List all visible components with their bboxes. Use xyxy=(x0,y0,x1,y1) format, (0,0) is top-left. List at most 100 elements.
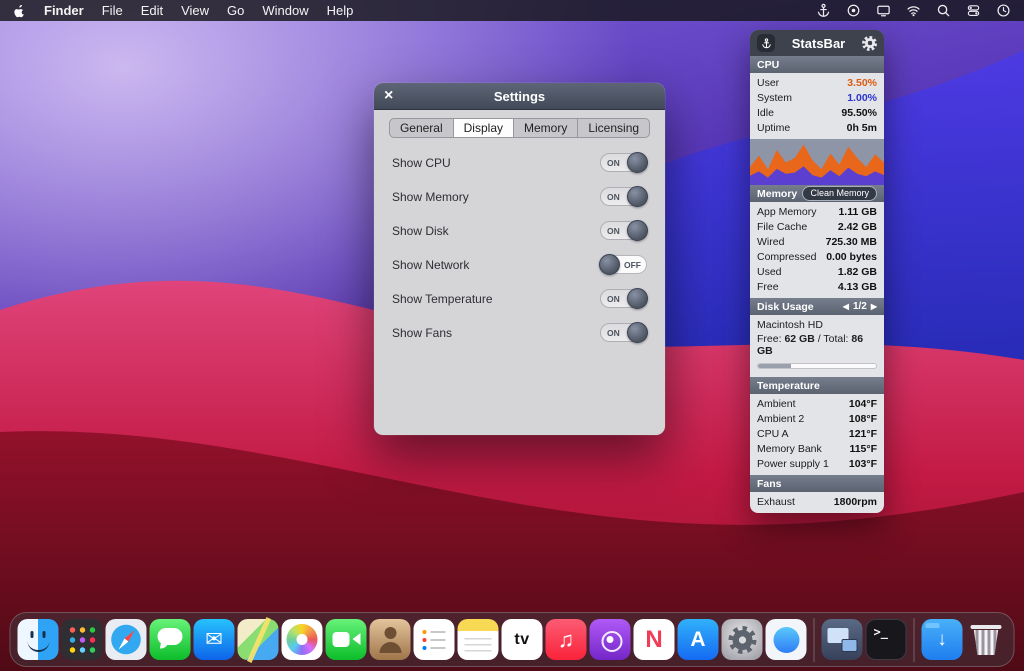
menubar-item-view[interactable]: View xyxy=(181,3,209,18)
dock-news-icon[interactable]: N xyxy=(634,619,675,660)
menubar-item-go[interactable]: Go xyxy=(227,3,244,18)
statsbar-gear-icon[interactable] xyxy=(862,36,877,51)
toggle-knob[interactable] xyxy=(599,254,620,275)
stat-row: Compressed0.00 bytes xyxy=(750,250,884,265)
apple-menu-icon[interactable] xyxy=(12,4,26,18)
dock-system-preferences-icon[interactable] xyxy=(722,619,763,660)
dock-tv-icon[interactable]: tv xyxy=(502,619,543,660)
anchor-icon xyxy=(757,34,775,52)
dock-finder-icon[interactable] xyxy=(18,619,59,660)
toggle-show-network[interactable]: OFF xyxy=(600,255,647,274)
stat-label: Compressed xyxy=(757,250,817,265)
dock-trash-icon[interactable] xyxy=(966,619,1007,660)
statsbar-menubar-icon[interactable] xyxy=(815,2,832,19)
disk-prev-button[interactable]: ◀ xyxy=(843,302,849,311)
menubar-items: File Edit View Go Window Help xyxy=(102,3,354,18)
setting-row: Show FansON xyxy=(374,322,665,343)
dock-safari-icon[interactable] xyxy=(106,619,147,660)
menubar-item-window[interactable]: Window xyxy=(262,3,308,18)
menubar-item-edit[interactable]: Edit xyxy=(141,3,163,18)
toggle-state-label: ON xyxy=(601,328,626,338)
stat-value: 1.00% xyxy=(847,91,877,106)
stat-value: 0h 5m xyxy=(847,121,877,136)
memory-section-header-label: Memory xyxy=(757,188,797,200)
close-button[interactable]: × xyxy=(384,86,393,106)
stat-label: Wired xyxy=(757,235,784,250)
dock-launchpad-icon[interactable] xyxy=(62,619,103,660)
tab-general[interactable]: General xyxy=(390,119,454,137)
dock-downloads-icon[interactable]: ↓ xyxy=(922,619,963,660)
stat-value: 104°F xyxy=(849,397,877,412)
toggle-knob[interactable] xyxy=(627,152,648,173)
stat-label: Power supply 1 xyxy=(757,457,829,472)
music-glyph: ♫ xyxy=(558,627,575,653)
spotlight-search-icon[interactable] xyxy=(935,2,952,19)
menubar-item-help[interactable]: Help xyxy=(327,3,354,18)
disk-free-total: Free: 62 GB / Total: 86 GB xyxy=(757,333,877,357)
toggle-show-fans[interactable]: ON xyxy=(600,323,647,342)
fans-section-header: Fans xyxy=(750,475,884,492)
toggle-knob[interactable] xyxy=(627,288,648,309)
stat-row: Used1.82 GB xyxy=(750,265,884,280)
stat-label: CPU A xyxy=(757,427,789,442)
dock-photos-icon[interactable] xyxy=(282,619,323,660)
toggle-show-temperature[interactable]: ON xyxy=(600,289,647,308)
dock-podcasts-icon[interactable] xyxy=(590,619,631,660)
stat-value: 4.13 GB xyxy=(838,280,877,295)
stat-value: 2.42 GB xyxy=(838,220,877,235)
clock-icon[interactable] xyxy=(995,2,1012,19)
setting-label: Show Network xyxy=(392,258,469,272)
dock-statsbar-app-icon[interactable] xyxy=(766,619,807,660)
dock-music-icon[interactable]: ♫ xyxy=(546,619,587,660)
toggle-knob[interactable] xyxy=(627,220,648,241)
tv-glyph: tv xyxy=(514,631,529,649)
display-menubar-icon[interactable] xyxy=(875,2,892,19)
toggle-show-cpu[interactable]: ON xyxy=(600,153,647,172)
stat-row: User3.50% xyxy=(750,76,884,91)
news-glyph: N xyxy=(645,626,662,654)
tab-licensing[interactable]: Licensing xyxy=(578,119,649,137)
dock-separator xyxy=(814,618,815,662)
disk-section-header: Disk Usage◀1/2▶ xyxy=(750,298,884,315)
dock-app-store-icon[interactable]: A xyxy=(678,619,719,660)
dock-reminders-icon[interactable] xyxy=(414,619,455,660)
tab-memory[interactable]: Memory xyxy=(514,119,578,137)
statsbar-sections: CPUUser3.50%System1.00%Idle95.50%Uptime0… xyxy=(750,56,884,513)
app-store-glyph: A xyxy=(690,628,705,652)
stat-value: 725.30 MB xyxy=(826,235,877,250)
toggle-knob[interactable] xyxy=(627,186,648,207)
dock-displays-icon[interactable] xyxy=(822,619,863,660)
cpu-section-header-label: CPU xyxy=(757,59,779,71)
stat-label: Free xyxy=(757,280,779,295)
clean-memory-button[interactable]: Clean Memory xyxy=(802,186,877,201)
toggle-knob[interactable] xyxy=(627,322,648,343)
dock-terminal-icon[interactable]: >_ xyxy=(866,619,907,660)
disk-free-prefix: Free: xyxy=(757,333,784,345)
disk-volume-name: Macintosh HD xyxy=(757,319,877,331)
dock-maps-icon[interactable] xyxy=(238,619,279,660)
disk-pager: ◀1/2▶ xyxy=(843,301,877,312)
stat-label: Uptime xyxy=(757,121,790,136)
dock-messages-icon[interactable] xyxy=(150,619,191,660)
stat-row: App Memory1.11 GB xyxy=(750,205,884,220)
dock-contacts-icon[interactable] xyxy=(370,619,411,660)
stat-row: Memory Bank115°F xyxy=(750,442,884,457)
dock-mail-icon[interactable]: ✉ xyxy=(194,619,235,660)
control-center-icon[interactable] xyxy=(965,2,982,19)
menubar-item-file[interactable]: File xyxy=(102,3,123,18)
toggle-show-disk[interactable]: ON xyxy=(600,221,647,240)
stat-row: System1.00% xyxy=(750,91,884,106)
wifi-icon[interactable] xyxy=(905,2,922,19)
toggle-show-memory[interactable]: ON xyxy=(600,187,647,206)
dock-facetime-icon[interactable] xyxy=(326,619,367,660)
disk-total-prefix: / Total: xyxy=(815,333,852,345)
terminal-glyph: >_ xyxy=(874,625,888,639)
settings-titlebar[interactable]: × Settings xyxy=(374,83,665,110)
menubar-app-name[interactable]: Finder xyxy=(44,3,84,18)
record-indicator-icon[interactable] xyxy=(845,2,862,19)
dock-notes-icon[interactable] xyxy=(458,619,499,660)
stat-value: 115°F xyxy=(849,442,877,457)
tab-display[interactable]: Display xyxy=(454,119,514,137)
disk-next-button[interactable]: ▶ xyxy=(871,302,877,311)
disk-free-value: 62 GB xyxy=(784,333,814,345)
